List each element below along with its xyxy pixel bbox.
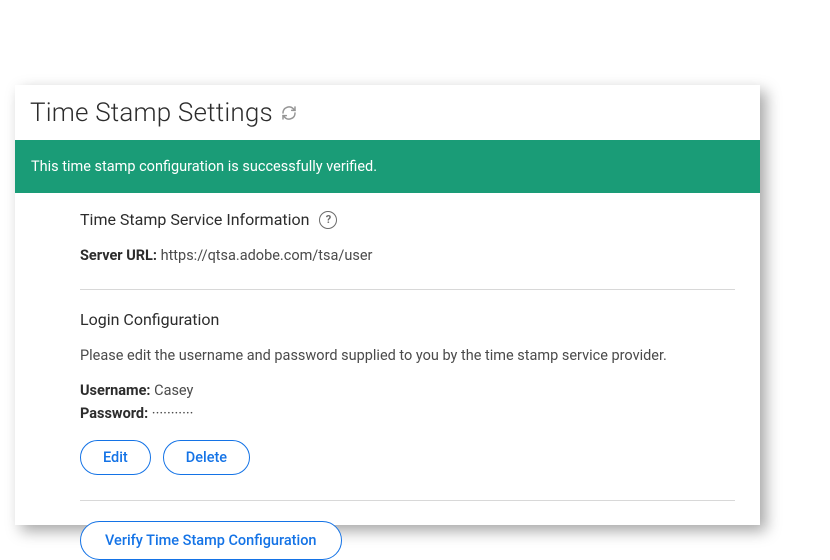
username-label: Username: xyxy=(80,382,151,399)
divider xyxy=(80,289,735,290)
password-label: Password: xyxy=(80,405,148,422)
server-url-label: Server URL: xyxy=(80,247,157,264)
edit-delete-row: Edit Delete xyxy=(80,440,735,475)
login-config-title: Login Configuration xyxy=(80,310,219,329)
refresh-icon[interactable] xyxy=(281,105,297,121)
service-info-title: Time Stamp Service Information xyxy=(80,210,309,229)
username-value: Casey xyxy=(154,382,193,399)
username-row: Username: Casey xyxy=(80,382,735,399)
server-url-value: https://qtsa.adobe.com/tsa/user xyxy=(161,247,373,264)
server-url-row: Server URL: https://qtsa.adobe.com/tsa/u… xyxy=(80,247,735,264)
help-icon[interactable]: ? xyxy=(319,211,337,229)
verify-button[interactable]: Verify Time Stamp Configuration xyxy=(80,521,342,560)
delete-button[interactable]: Delete xyxy=(163,440,250,475)
login-config-description: Please edit the username and password su… xyxy=(80,347,735,364)
content-area: Time Stamp Service Information ? Server … xyxy=(80,210,735,560)
service-info-header: Time Stamp Service Information ? xyxy=(80,210,735,229)
password-row: Password: ··········· xyxy=(80,405,735,422)
password-value: ··········· xyxy=(152,405,194,422)
success-banner: This time stamp configuration is success… xyxy=(15,140,760,193)
page-title-wrap: Time Stamp Settings xyxy=(30,98,297,128)
success-message: This time stamp configuration is success… xyxy=(31,158,377,175)
edit-button[interactable]: Edit xyxy=(80,440,151,475)
login-config-header: Login Configuration xyxy=(80,310,735,329)
divider xyxy=(80,500,735,501)
page-title: Time Stamp Settings xyxy=(30,98,273,128)
